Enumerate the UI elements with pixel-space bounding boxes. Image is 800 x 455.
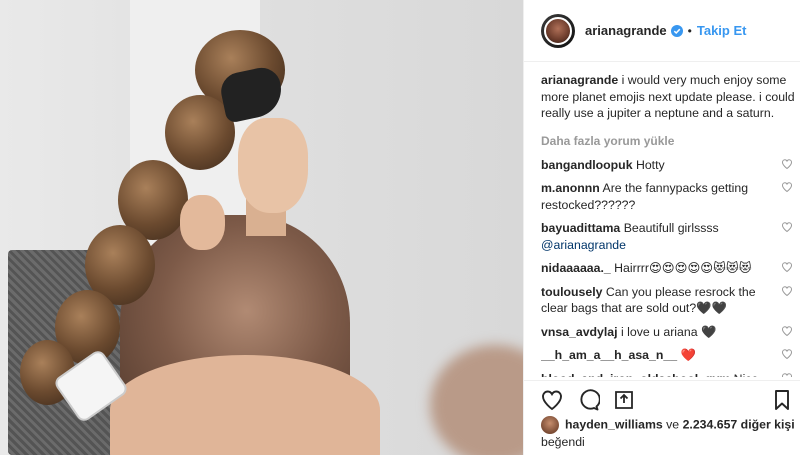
- header-username[interactable]: arianagrande: [585, 23, 667, 38]
- comment-username[interactable]: toulousely: [541, 285, 603, 299]
- comment-username[interactable]: vnsa_avdylaj: [541, 325, 618, 339]
- comment-username[interactable]: m.anonnn: [541, 181, 600, 195]
- comment-username[interactable]: bayuadittama: [541, 221, 620, 235]
- comment-text: Nice: [730, 372, 759, 378]
- photo-blur-foreground: [430, 345, 523, 455]
- comment-row: nidaaaaaa._ Hairrrr😍😍😍😍😍😻😻😻: [541, 260, 796, 277]
- separator-dot: •: [687, 23, 692, 38]
- comment-row: toulousely Can you please resrock the cl…: [541, 284, 796, 317]
- post-header: arianagrande • Takip Et: [524, 0, 800, 62]
- liker-avatar[interactable]: [541, 416, 559, 434]
- comment-username[interactable]: blood_and_iron_oldschool_gym: [541, 372, 730, 378]
- likes-summary: hayden_williams ve 2.234.657 diğer kişi …: [541, 416, 796, 450]
- comment-row: bayuadittama Beautifull girlssss @ariana…: [541, 220, 796, 253]
- comment-text: Beautifull girlssss: [620, 221, 719, 235]
- comment-like-heart-icon[interactable]: [781, 348, 793, 360]
- comment-row: m.anonnn Are the fannypacks getting rest…: [541, 180, 796, 213]
- avatar[interactable]: [541, 13, 575, 48]
- heart-icon[interactable]: [540, 388, 564, 412]
- photo-face: [238, 118, 308, 213]
- verified-badge-icon: [670, 24, 683, 37]
- comment-like-heart-icon[interactable]: [781, 261, 793, 273]
- liker-username[interactable]: hayden_williams: [565, 417, 663, 431]
- caption-username[interactable]: arianagrande: [541, 73, 618, 87]
- comment-like-heart-icon[interactable]: [781, 221, 793, 233]
- comment-text: ❤️: [677, 348, 696, 362]
- bookmark-icon[interactable]: [770, 388, 794, 412]
- comment-like-heart-icon[interactable]: [781, 325, 793, 337]
- comment-username[interactable]: __h_am_a__h_asa_n__: [541, 348, 677, 362]
- photo-legs: [110, 355, 380, 455]
- post-photo[interactable]: [0, 0, 523, 455]
- follow-button[interactable]: Takip Et: [697, 23, 747, 38]
- post-side-panel: arianagrande • Takip Et arianagrande i w…: [523, 0, 800, 455]
- likes-count[interactable]: 2.234.657 diğer kişi: [683, 417, 795, 431]
- comment-username[interactable]: bangandloopuk: [541, 158, 633, 172]
- comment-mention[interactable]: @arianagrande: [541, 238, 626, 252]
- load-more-comments-link[interactable]: Daha fazla yorum yükle: [541, 134, 796, 148]
- comments-list[interactable]: arianagrande i would very much enjoy som…: [541, 72, 796, 377]
- comment-row: blood_and_iron_oldschool_gym Nice: [541, 371, 796, 378]
- comment-like-heart-icon[interactable]: [781, 158, 793, 170]
- share-icon[interactable]: [612, 388, 636, 412]
- comment-row: bangandloopuk Hotty: [541, 157, 796, 174]
- comment-row: vnsa_avdylaj i love u ariana 🖤: [541, 324, 796, 341]
- comment-icon[interactable]: [576, 388, 600, 412]
- post-caption: arianagrande i would very much enjoy som…: [541, 72, 796, 122]
- photo-hand: [180, 195, 225, 250]
- comment-text: Hairrrr😍😍😍😍😍😻😻😻: [610, 261, 752, 275]
- comment-username[interactable]: nidaaaaaa._: [541, 261, 611, 275]
- likes-connector: ve: [662, 417, 683, 432]
- comment-text: Hotty: [632, 157, 665, 172]
- comment-row: __h_am_a__h_asa_n__ ❤️: [541, 347, 796, 364]
- comment-like-heart-icon[interactable]: [781, 181, 793, 193]
- comment-like-heart-icon[interactable]: [781, 372, 793, 378]
- comment-like-heart-icon[interactable]: [781, 285, 793, 297]
- comment-text: i love u ariana 🖤: [617, 324, 717, 339]
- action-bar: [524, 380, 800, 418]
- likes-suffix: beğendi: [541, 435, 585, 449]
